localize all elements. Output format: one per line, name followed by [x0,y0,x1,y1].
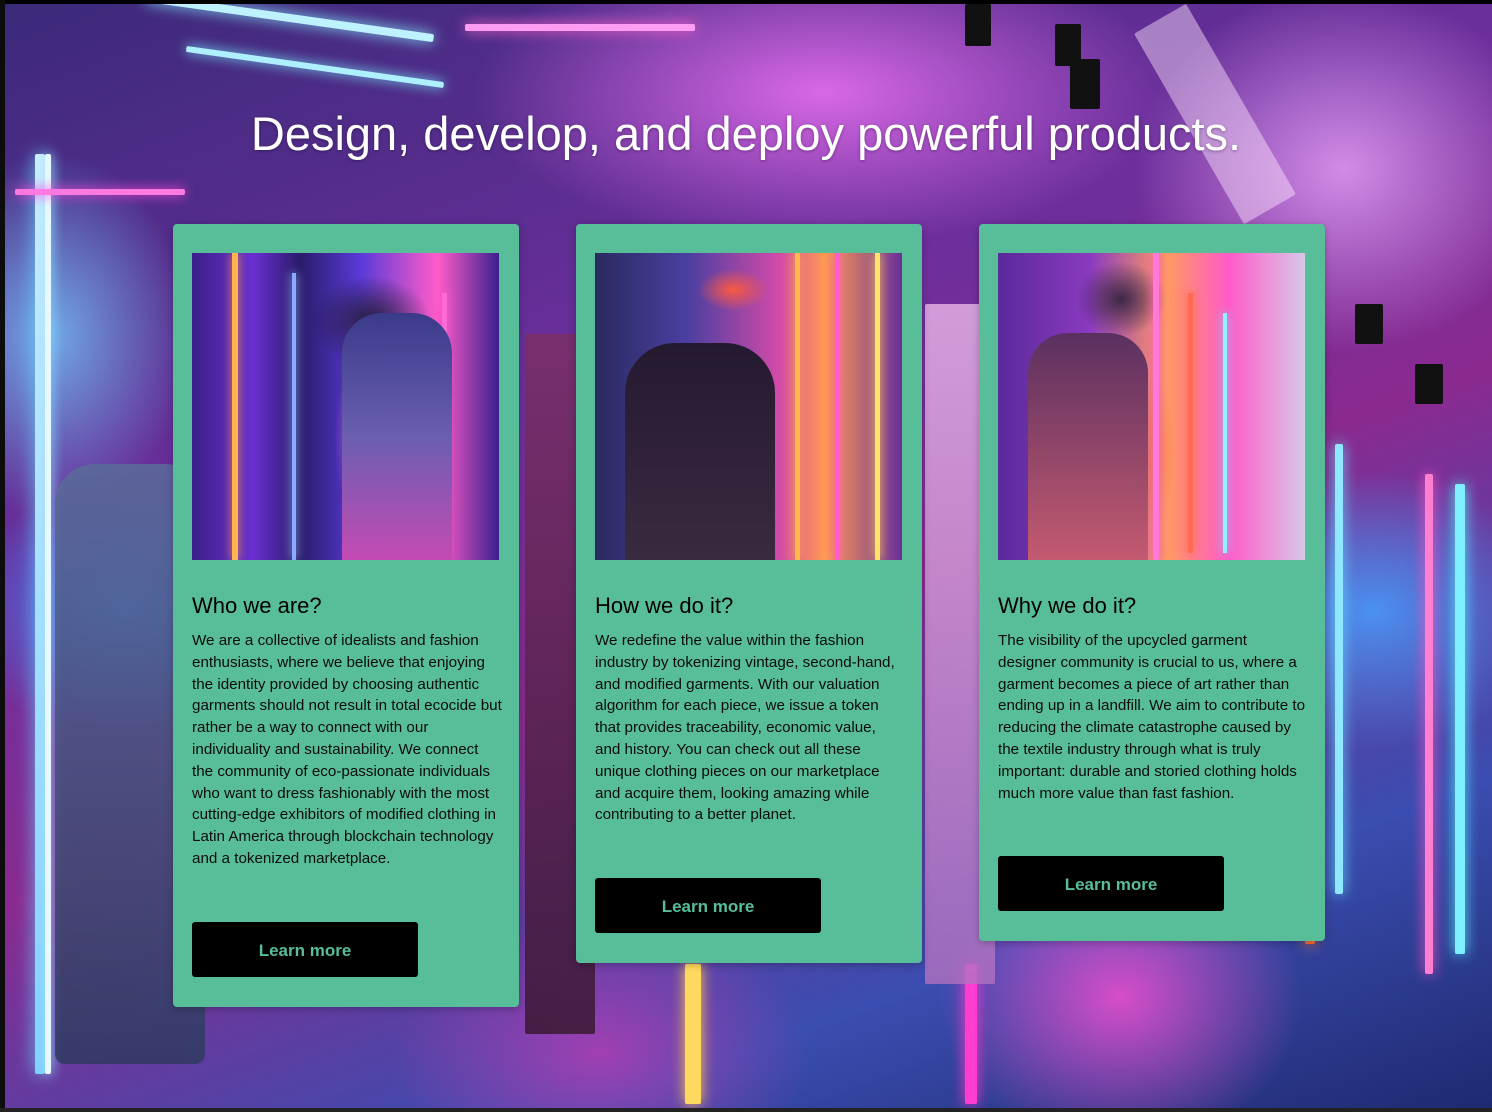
neon-strip [185,45,445,89]
info-card-why: Why we do it? The visibility of the upcy… [979,224,1325,941]
card-title: Why we do it? [998,593,1137,618]
ceiling-spotlight [965,4,991,46]
info-card-how: How we do it? We redefine the value with… [576,224,922,963]
neon-strip [45,154,51,1074]
learn-more-button[interactable]: Learn more [595,878,821,933]
card-image [192,253,499,560]
page-headline: Design, develop, and deploy powerful pro… [250,107,1242,160]
neon-strip [965,964,977,1104]
neon-strip [1455,484,1465,954]
card-description: The visibility of the upcycled garment d… [998,632,1306,802]
card-image [998,253,1305,560]
card-description: We are a collective of idealists and fas… [192,632,502,867]
card-description: We redefine the value within the fashion… [595,632,895,824]
neon-strip [1425,474,1433,974]
learn-more-button[interactable]: Learn more [998,856,1224,911]
neon-strip [465,24,695,31]
info-card-who: Who we are? We are a collective of ideal… [173,224,519,1007]
ceiling-spotlight [1415,364,1443,404]
neon-strip [35,154,45,1074]
window-bottom-border [0,1108,1492,1112]
neon-strip [145,4,435,43]
neon-strip [15,189,185,195]
card-image [595,253,902,560]
ceiling-spotlight [1355,304,1383,344]
card-title: Who we are? [192,593,322,618]
neon-strip [1335,444,1343,894]
ceiling-spotlight [1070,59,1100,109]
card-title: How we do it? [595,593,734,618]
learn-more-button[interactable]: Learn more [192,922,418,977]
neon-strip [685,964,701,1104]
